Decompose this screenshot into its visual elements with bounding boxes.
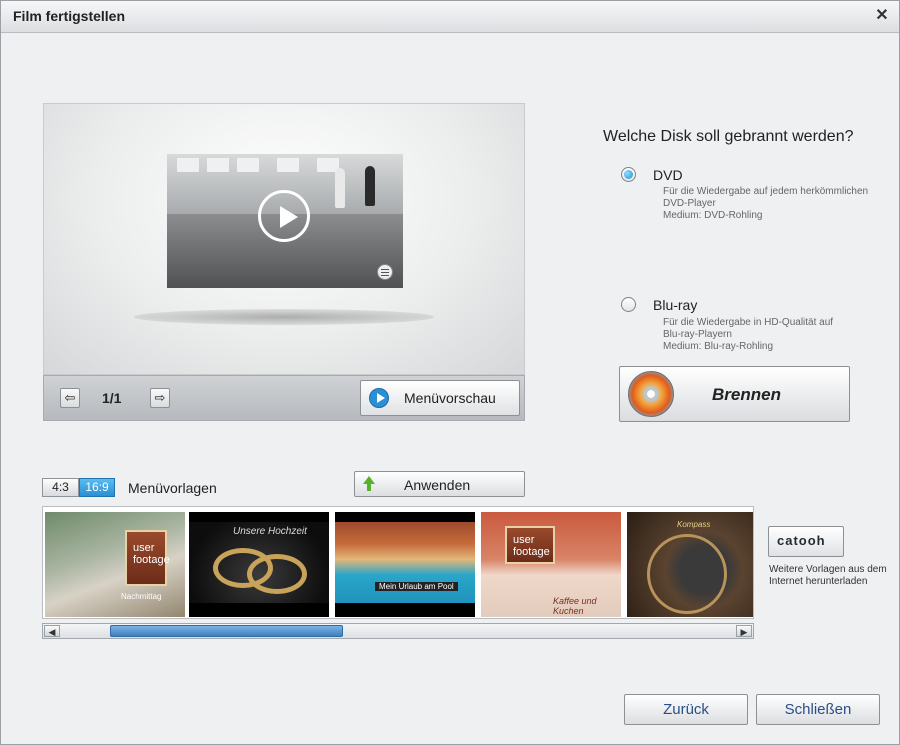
next-page-button[interactable]: ⇨ — [150, 388, 170, 408]
dialog-window: Film fertigstellen ✕ ⇦ 1/1 ⇨ Menüvorscha… — [0, 0, 900, 745]
option-bluray-desc-line: Für die Wiedergabe in HD-Qualität auf — [663, 317, 834, 328]
radio-dvd[interactable] — [621, 167, 636, 182]
menu-preview-label: Menüvorschau — [404, 390, 496, 406]
template-letterbox — [189, 512, 329, 522]
catooh-description: Weitere Vorlagen aus dem Internet herunt… — [769, 564, 887, 587]
template-tile-caption: Nachmittag — [121, 592, 162, 601]
template-board: user footage — [125, 530, 170, 586]
template-board-text: user footage — [513, 534, 550, 558]
preview-scene-window — [207, 158, 229, 172]
template-tile-compass[interactable]: Kompass — [627, 512, 753, 617]
arrow-up-icon — [363, 476, 375, 491]
scroll-left-icon[interactable]: ◀ — [44, 625, 60, 637]
option-dvd-title: DVD — [653, 167, 683, 183]
apply-button[interactable]: Anwenden — [354, 471, 525, 497]
close-button[interactable]: Schließen — [756, 694, 880, 725]
template-letterbox — [335, 512, 475, 522]
option-bluray-desc-line: Blu-ray-Playern — [663, 329, 732, 340]
template-tile-wedding[interactable]: Unsere Hochzeit — [189, 512, 329, 617]
option-dvd-desc-line: DVD-Player — [663, 198, 716, 209]
option-bluray-description: Für die Wiedergabe in HD-Qualität auf Bl… — [663, 317, 833, 353]
option-bluray-desc-line: Medium: Blu-ray-Rohling — [663, 341, 774, 352]
burn-button[interactable]: Brennen — [619, 366, 850, 422]
template-scrollbar[interactable]: ◀ ▶ — [42, 623, 754, 639]
template-strip: user footage Nachmittag Unsere Hochzeit M… — [42, 506, 754, 619]
template-tile-caption: Unsere Hochzeit — [233, 526, 307, 537]
preview-scene-figure — [335, 168, 345, 208]
scroll-right-icon[interactable]: ▶ — [736, 625, 752, 637]
dialog-title: Film fertigstellen — [13, 8, 126, 24]
template-letterbox — [335, 603, 475, 617]
template-tile-pool[interactable]: Mein Urlaub am Pool — [335, 512, 475, 617]
option-bluray-title: Blu-ray — [653, 297, 698, 313]
prev-page-button[interactable]: ⇦ — [60, 388, 80, 408]
template-tile-nachmittag[interactable]: user footage Nachmittag — [45, 512, 185, 617]
option-dvd-description: Für die Wiedergabe auf jedem herkömmlich… — [663, 186, 868, 222]
menu-preview-area — [43, 103, 525, 375]
catooh-button[interactable]: catooh — [768, 526, 844, 557]
template-tile-caption: Mein Urlaub am Pool — [375, 582, 458, 591]
play-circle-icon — [369, 388, 389, 408]
ring-icon — [247, 554, 307, 594]
option-dvd-desc-line: Medium: DVD-Rohling — [663, 210, 763, 221]
template-tile-caption: Kompass — [677, 520, 711, 529]
close-icon[interactable]: ✕ — [871, 5, 893, 27]
ratio-4-3-button[interactable]: 4:3 — [42, 478, 79, 497]
template-letterbox — [189, 603, 329, 617]
option-dvd-desc-line: Für die Wiedergabe auf jedem herkömmlich… — [663, 186, 869, 197]
preview-video-frame[interactable] — [167, 154, 403, 288]
disc-burn-icon — [628, 371, 674, 417]
preview-shadow — [134, 309, 434, 325]
back-button[interactable]: Zurück — [624, 694, 748, 725]
template-tile-coffee[interactable]: user footage Kaffee und Kuchen — [481, 512, 621, 617]
play-icon[interactable] — [258, 190, 310, 242]
catooh-logo: catooh — [777, 533, 826, 548]
template-tile-caption: Kaffee und Kuchen — [553, 596, 597, 616]
template-board: user footage — [505, 526, 555, 564]
page-indicator: 1/1 — [102, 390, 122, 406]
preview-scene-window — [177, 158, 199, 172]
burn-label: Brennen — [712, 385, 781, 404]
disk-question: Welche Disk soll gebrannt werden? — [603, 128, 854, 145]
preview-scene-window — [237, 158, 259, 172]
templates-heading: Menüvorlagen — [128, 480, 217, 496]
menu-list-icon — [377, 264, 393, 280]
play-triangle-icon — [280, 206, 298, 228]
apply-label: Anwenden — [404, 477, 471, 493]
preview-navigation-bar: ⇦ 1/1 ⇨ Menüvorschau — [43, 375, 525, 421]
preview-scene-window — [277, 158, 299, 172]
template-board-text: user footage — [133, 542, 170, 566]
preview-scene-figure — [365, 166, 375, 206]
menu-preview-button[interactable]: Menüvorschau — [360, 380, 520, 416]
title-bar: Film fertigstellen ✕ — [1, 1, 899, 33]
radio-bluray[interactable] — [621, 297, 636, 312]
compass-icon — [647, 534, 727, 614]
ratio-16-9-button[interactable]: 16:9 — [79, 478, 115, 497]
scrollbar-thumb[interactable] — [110, 625, 343, 637]
